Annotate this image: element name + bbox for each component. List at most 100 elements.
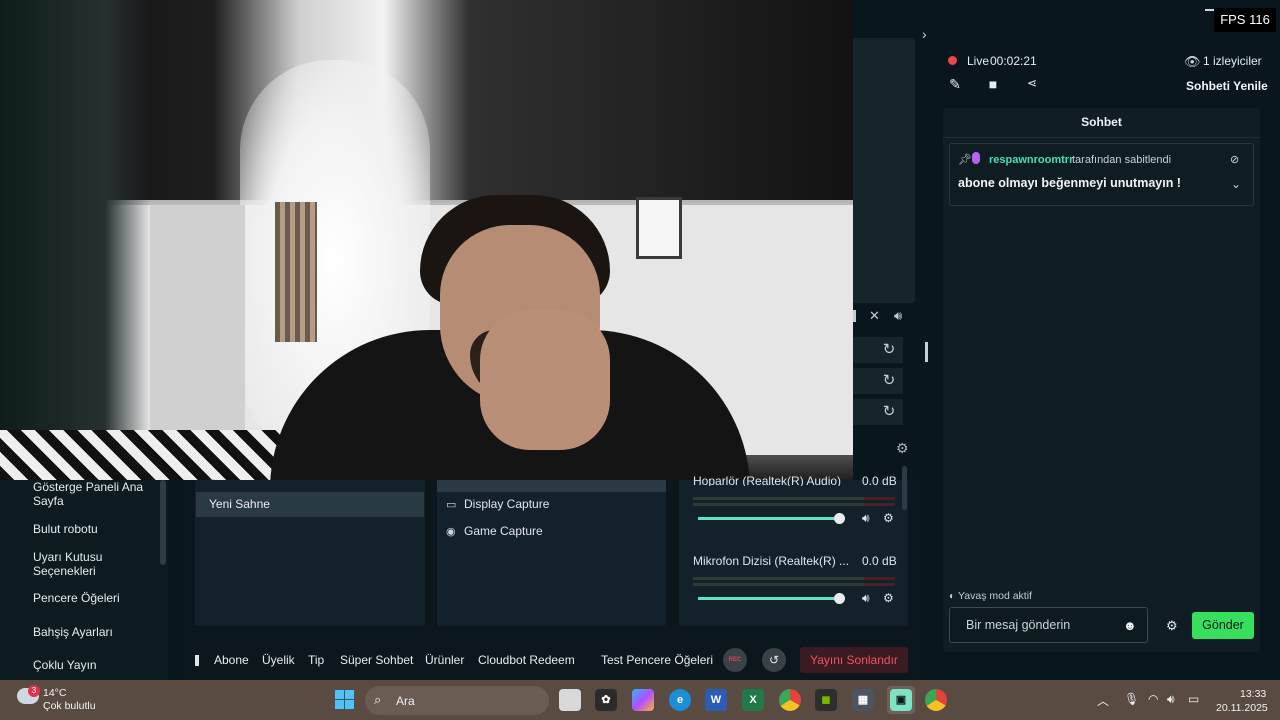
test-products-button[interactable]: Ürünler	[425, 653, 464, 667]
source-item-game-capture[interactable]: ◉ Game Capture	[446, 524, 543, 538]
camera-rug	[0, 430, 300, 480]
chrome-icon[interactable]	[779, 689, 801, 711]
weather-description[interactable]: Çok bulutlu	[43, 700, 96, 712]
source-label: Game Capture	[464, 524, 543, 538]
start-tile	[345, 690, 354, 699]
copilot-icon[interactable]	[632, 689, 654, 711]
chevron-right-icon[interactable]: ›	[922, 26, 938, 42]
pinned-by-user[interactable]: respawnroomtrr	[989, 154, 1073, 166]
nvidia-icon[interactable]: ◼	[815, 689, 837, 711]
source-item-partial[interactable]	[437, 480, 666, 492]
taskbar-search[interactable]	[365, 686, 549, 715]
chat-settings-gear-icon[interactable]: ⚙	[1166, 618, 1178, 634]
mixer-channel-name: Mikrofon Dizisi (Realtek(R) ...	[693, 554, 850, 568]
wifi-icon[interactable]: ◠	[1148, 692, 1158, 706]
editor-preview-edge	[853, 38, 915, 303]
refresh-icon[interactable]: ↻	[880, 372, 898, 390]
volume-meter	[693, 497, 895, 500]
chrome-profile-icon[interactable]	[925, 689, 947, 711]
replay-buffer-icon[interactable]: ↺	[762, 648, 786, 672]
microphone-icon	[972, 152, 980, 164]
weather-temperature[interactable]: 14°C	[43, 687, 66, 699]
volume-slider-thumb[interactable]	[834, 593, 845, 604]
streamlabs-app: FPS 116 › ✕ 🔊︎ ↻ ↻ ↻ ⚙ Live 00:02:21 👁︎ …	[0, 0, 1280, 680]
excel-icon[interactable]: X	[742, 689, 764, 711]
refresh-icon[interactable]: ↻	[880, 341, 898, 359]
edit-pencil-icon[interactable]: ✎	[946, 76, 964, 94]
source-label: Display Capture	[464, 497, 550, 511]
microphone-tray-icon[interactable]: 🎙︎	[1124, 692, 1139, 706]
clock-date[interactable]: 20.11.2025	[1216, 702, 1268, 714]
sidebar-item-tip-settings[interactable]: Bahşiş Ayarları	[33, 625, 153, 639]
mute-all-icon[interactable]: ✕	[869, 308, 880, 324]
share-icon[interactable]: ⋖	[1023, 76, 1041, 94]
bottom-bar-handle	[195, 655, 199, 666]
gear-icon[interactable]: ⚙	[883, 511, 894, 525]
test-tip-button[interactable]: Tip	[308, 653, 324, 667]
chat-box: Sohbet 📌︎ respawnroomtrr tarafından sabi…	[943, 108, 1260, 652]
chevron-down-icon[interactable]: ⌄	[1231, 177, 1241, 191]
volume-meter	[693, 503, 895, 506]
chevron-up-icon[interactable]: ︿	[1097, 692, 1109, 709]
start-tile	[345, 700, 354, 709]
test-subscribe-button[interactable]: Abone	[214, 653, 249, 667]
sidebar-scrollbar[interactable]	[160, 480, 166, 565]
mixer-scrollbar[interactable]	[902, 466, 907, 510]
chat-message-input[interactable]: Bir mesaj gönderin	[949, 607, 1148, 643]
scene-item-partial[interactable]: Scene	[209, 477, 243, 480]
speaker-icon[interactable]: 🔊︎	[862, 511, 870, 526]
notification-badge: 3	[28, 685, 40, 697]
live-indicator-dot	[948, 56, 957, 65]
start-tile	[335, 690, 344, 699]
camera-left-shade	[0, 0, 150, 480]
test-cloudbot-redeem-button[interactable]: Cloudbot Redeem	[478, 653, 575, 667]
speaker-icon[interactable]: 🔊︎	[894, 308, 902, 324]
mixer-settings-gear-icon[interactable]: ⚙	[896, 440, 909, 457]
speaker-icon[interactable]: 🔊︎	[862, 591, 870, 606]
search-icon: ⌕	[374, 692, 382, 707]
volume-slider[interactable]	[698, 597, 840, 600]
eye-icon: 👁︎	[1184, 54, 1201, 69]
gear-icon[interactable]: ⚙	[883, 591, 894, 605]
calculator-icon[interactable]: ▦	[852, 689, 874, 711]
test-membership-button[interactable]: Üyelik	[262, 653, 295, 667]
windows-start-icon[interactable]	[335, 690, 354, 709]
chatgpt-icon[interactable]: ✿	[595, 689, 617, 711]
source-item-display-capture[interactable]: ▭ Display Capture	[446, 497, 549, 511]
camera-person-hand	[480, 310, 610, 450]
sidebar-item-alertbox[interactable]: Uyarı Kutusu Seçenekleri	[33, 550, 153, 578]
mixer-pane	[679, 480, 908, 626]
live-elapsed-time: 00:02:21	[990, 54, 1037, 68]
chat-title: Sohbet	[943, 108, 1260, 138]
pinned-message[interactable]: 📌︎ respawnroomtrr tarafından sabitlendi …	[949, 143, 1254, 206]
test-superchat-button[interactable]: Süper Sohbet	[340, 653, 413, 667]
sidebar-item-widgets[interactable]: Pencere Öğeleri	[33, 591, 153, 605]
sidebar-item-cloudbot[interactable]: Bulut robotu	[33, 522, 153, 536]
record-button[interactable]: REC	[723, 648, 747, 672]
snail-icon: ◐	[949, 591, 956, 602]
search-placeholder: Ara	[396, 694, 415, 708]
volume-slider[interactable]	[698, 517, 840, 520]
slow-mode-label: Yavaş mod aktif	[958, 590, 1032, 602]
refresh-icon[interactable]: ↻	[880, 403, 898, 421]
end-stream-button[interactable]: Yayını Sonlandır	[800, 647, 908, 673]
test-widgets-button[interactable]: Test Pencere Öğeleri	[601, 653, 713, 667]
volume-icon[interactable]: 🔊︎	[1167, 692, 1175, 707]
word-icon[interactable]: W	[705, 689, 727, 711]
send-button[interactable]: Gönder	[1192, 612, 1254, 639]
emoji-icon[interactable]: ☻	[1123, 618, 1137, 633]
battery-icon[interactable]: ▭	[1188, 692, 1199, 706]
camera-lamp	[275, 202, 317, 342]
eye-slash-icon[interactable]: ⊘	[1230, 153, 1239, 166]
edge-icon[interactable]: e	[669, 689, 691, 711]
sidebar	[0, 480, 168, 680]
panel-resize-handle[interactable]	[925, 342, 928, 362]
camera-icon[interactable]: ■	[984, 76, 1002, 94]
streamlabs-icon[interactable]: ▣	[890, 689, 912, 711]
file-explorer-icon[interactable]	[559, 689, 581, 711]
sidebar-item-dashboard[interactable]: Gösterge Paneli Ana Sayfa	[33, 480, 153, 508]
clock-time[interactable]: 13:33	[1240, 688, 1266, 700]
refresh-chat-button[interactable]: Sohbeti Yenile	[1186, 79, 1268, 93]
sidebar-item-multistream[interactable]: Çoklu Yayın	[33, 658, 153, 672]
volume-slider-thumb[interactable]	[834, 513, 845, 524]
